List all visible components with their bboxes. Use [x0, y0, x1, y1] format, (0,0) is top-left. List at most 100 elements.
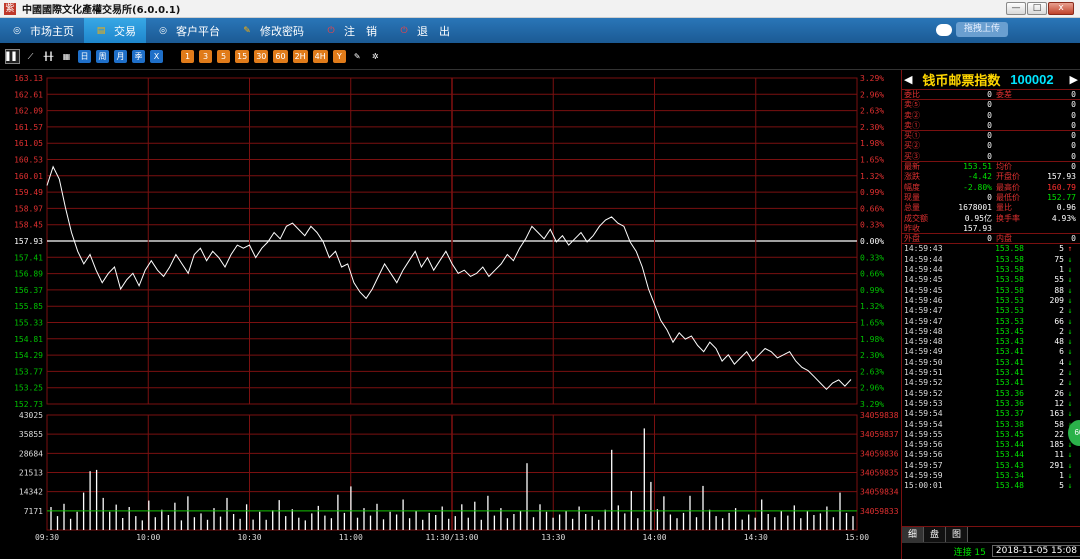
- price-tick-label: 157.93: [14, 237, 43, 246]
- minute-period-button[interactable]: 1: [181, 49, 194, 63]
- menu-item-0[interactable]: ◎ 市场主页: [0, 18, 84, 43]
- tick-time: 14:59:50: [904, 357, 943, 367]
- quote-value: 0: [987, 100, 992, 110]
- percent-tick-label: 3.29%: [860, 400, 884, 409]
- intraday-chart: 163.13 3.29% 162.61 2.96% 162.09 2.63% 161.57 2…: [0, 70, 900, 559]
- quote-row: 卖② 0 0: [902, 111, 1080, 121]
- quote-label: 外盘: [904, 234, 920, 244]
- quote-value: 0: [987, 110, 992, 120]
- percent-tick-label: 0.66%: [860, 270, 884, 279]
- tab-2[interactable]: 图: [946, 527, 968, 543]
- quote-value: 0: [987, 131, 992, 141]
- quote-row: 最新 153.51 均价 0: [902, 162, 1080, 172]
- arrow-up-icon: ↑: [1067, 244, 1073, 254]
- price-tick-label: 162.61: [14, 90, 43, 99]
- tick-volume: 55: [1054, 275, 1064, 285]
- tab-1[interactable]: 盘: [924, 527, 946, 543]
- line-chart-icon[interactable]: ⟋: [24, 50, 37, 63]
- tick-volume: 2: [1059, 368, 1064, 378]
- arrow-down-icon: ↓: [1067, 337, 1073, 347]
- prev-instrument-icon[interactable]: ◀: [904, 73, 912, 86]
- period-button[interactable]: 周: [96, 49, 109, 63]
- time-tick-label: 14:00: [642, 533, 666, 542]
- tick-row: 14:59:45 153.58 55 ↓: [902, 275, 1080, 285]
- cloud-icon: [935, 23, 952, 36]
- minute-period-button[interactable]: 5: [217, 49, 230, 63]
- minute-period-button[interactable]: 15: [235, 49, 250, 63]
- period-button[interactable]: 月: [114, 49, 127, 63]
- arrow-down-icon: ↓: [1067, 316, 1073, 326]
- price-tick-label: 158.45: [14, 221, 43, 230]
- menu-item-label: 修改密码: [260, 24, 304, 38]
- chart-toolbar: ▌▌ ⟋ ╫╫ ▦ 日周月季 X 1 3 5 15 30 60 2H 4H Y ✎ ✲: [0, 43, 1080, 70]
- datetime: 2018-11-05 15:08: [991, 545, 1080, 557]
- quote-label: 买③: [904, 151, 920, 161]
- tick-time: 14:59:52: [904, 388, 943, 398]
- period-button[interactable]: 日: [78, 49, 91, 63]
- tick-price: 153.58: [995, 275, 1024, 285]
- period-button[interactable]: 季: [132, 49, 145, 63]
- percent-tick-label: 2.30%: [860, 123, 884, 132]
- gear-icon[interactable]: ✲: [369, 50, 382, 63]
- minute-period-button[interactable]: 3: [199, 49, 212, 63]
- price-tick-label: 154.29: [14, 351, 43, 360]
- tick-price: 153.44: [995, 440, 1024, 450]
- quote-row: 卖⑤ 0 0: [902, 100, 1080, 110]
- tick-price: 153.58: [995, 265, 1024, 275]
- tick-list[interactable]: 14:59:43 153.58 5 ↑ 14:59:44 153.58 75 ↓ 14:59:4…: [902, 244, 1080, 491]
- close-button[interactable]: x: [1048, 2, 1074, 15]
- quote-label: 卖①: [904, 120, 920, 130]
- tick-volume: 291: [1049, 460, 1064, 470]
- tab-0[interactable]: 细: [902, 527, 924, 543]
- menu-item-1[interactable]: ▤ 交易: [84, 18, 146, 43]
- menu-item-label: 注 销: [344, 24, 377, 38]
- quote-volume: 0: [1071, 110, 1076, 120]
- bar-chart-icon[interactable]: ▌▌: [5, 48, 20, 64]
- tick-time: 14:59:56: [904, 440, 943, 450]
- arrow-down-icon: ↓: [1067, 275, 1073, 285]
- calendar-icon[interactable]: ▦: [60, 50, 73, 63]
- tick-price: 153.53: [995, 306, 1024, 316]
- quote-label: 买①: [904, 131, 920, 141]
- minimize-button[interactable]: —: [1006, 2, 1026, 15]
- maximize-button[interactable]: □: [1027, 2, 1047, 15]
- minute-period-button[interactable]: Y: [332, 49, 346, 63]
- tick-price: 153.58: [995, 285, 1024, 295]
- quote-row: 现量 0 最低价 152.77: [902, 193, 1080, 203]
- quote-value: 0: [987, 192, 992, 202]
- menu-item-3[interactable]: ✎ 修改密码: [230, 18, 314, 43]
- panel-tabs: 细盘图: [902, 526, 1080, 543]
- minute-period-button[interactable]: 4H: [312, 49, 328, 63]
- menu-item-5[interactable]: ⏻ 退 出: [387, 18, 460, 43]
- tick-price: 153.45: [995, 326, 1024, 336]
- price-tick-label: 161.57: [14, 123, 43, 132]
- quote-volume: 0: [1071, 151, 1076, 161]
- upload-button[interactable]: 拖拽上传: [935, 22, 1008, 37]
- tick-price: 153.43: [995, 460, 1024, 470]
- percent-tick-label: 0.33%: [860, 221, 884, 230]
- quote-value: 4.93%: [1051, 213, 1076, 223]
- minute-period-button[interactable]: 30: [254, 49, 269, 63]
- percent-tick-label: 0.99%: [860, 188, 884, 197]
- tick-volume: 5: [1059, 244, 1064, 254]
- quote-row: 买③ 0 0: [902, 151, 1080, 163]
- minute-period-button[interactable]: 2H: [292, 49, 308, 63]
- quote-value: 153.51: [963, 162, 992, 172]
- tick-row: 14:59:44 153.58 1 ↓: [902, 265, 1080, 275]
- power-icon: ⏻: [400, 25, 408, 36]
- globe-icon: ◎: [159, 25, 167, 36]
- tick-row: 14:59:54 153.37 163 ↓: [902, 409, 1080, 419]
- menu-item-4[interactable]: ⏻ 注 销: [314, 18, 387, 43]
- quote-label: 委差: [996, 90, 1012, 99]
- quote-row: 昨收 157.93: [902, 224, 1080, 235]
- next-instrument-icon[interactable]: ▶: [1070, 73, 1078, 86]
- period-button[interactable]: X: [150, 49, 163, 63]
- draw-icon[interactable]: ✎: [351, 50, 364, 63]
- candlestick-icon[interactable]: ╫╫: [42, 50, 55, 63]
- time-tick-label: 13:30: [541, 533, 565, 542]
- minute-period-button[interactable]: 60: [273, 49, 288, 63]
- menu-item-2[interactable]: ◎ 客户平台: [146, 18, 230, 43]
- arrow-down-icon: ↓: [1067, 450, 1073, 460]
- tick-volume: 2: [1059, 306, 1064, 316]
- tick-price: 153.53: [995, 316, 1024, 326]
